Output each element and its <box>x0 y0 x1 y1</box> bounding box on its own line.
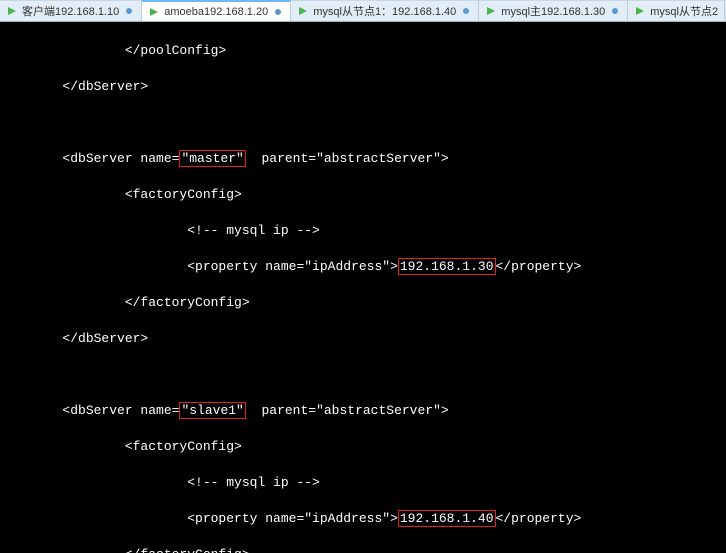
editor-area[interactable]: </poolConfig> </dbServer> <dbServer name… <box>0 22 726 553</box>
code-line: <factoryConfig> <box>0 186 726 204</box>
code-line: <dbServer name="master" parent="abstract… <box>0 150 726 168</box>
code-line: <factoryConfig> <box>0 438 726 456</box>
code-line: <property name="ipAddress">192.168.1.30<… <box>0 258 726 276</box>
highlight-ip-slave1: 192.168.1.40 <box>398 510 496 527</box>
code-line: <!-- mysql ip --> <box>0 474 726 492</box>
code-line <box>0 366 726 384</box>
play-icon <box>297 5 309 17</box>
tab-label: mysql从节点2 <box>650 3 718 19</box>
tab-slave1[interactable]: mysql从节点1：192.168.1.40 <box>291 0 479 21</box>
dot-icon <box>460 5 472 17</box>
code-line <box>0 114 726 132</box>
tab-label: mysql主192.168.1.30 <box>501 3 605 19</box>
play-icon <box>6 5 18 17</box>
code-line: </factoryConfig> <box>0 294 726 312</box>
tab-client[interactable]: 客户端192.168.1.10 <box>0 0 142 21</box>
tab-amoeba[interactable]: amoeba192.168.1.20 <box>142 0 291 21</box>
tab-label: mysql从节点1：192.168.1.40 <box>313 3 456 19</box>
code-line: </dbServer> <box>0 330 726 348</box>
dot-icon <box>123 5 135 17</box>
tab-label: 客户端192.168.1.10 <box>22 3 119 19</box>
code-line: </dbServer> <box>0 78 726 96</box>
play-icon <box>634 5 646 17</box>
tab-label: amoeba192.168.1.20 <box>164 6 268 18</box>
code-line: </factoryConfig> <box>0 546 726 553</box>
code-line: <!-- mysql ip --> <box>0 222 726 240</box>
highlight-ip-master: 192.168.1.30 <box>398 258 496 275</box>
highlight-master: "master" <box>179 150 245 167</box>
code-line: <property name="ipAddress">192.168.1.40<… <box>0 510 726 528</box>
dot-icon <box>609 5 621 17</box>
tab-master[interactable]: mysql主192.168.1.30 <box>479 0 628 21</box>
highlight-slave1: "slave1" <box>179 402 245 419</box>
play-icon <box>485 5 497 17</box>
code-line: </poolConfig> <box>0 42 726 60</box>
tab-slave2[interactable]: mysql从节点2 <box>628 0 725 21</box>
play-icon <box>148 6 160 18</box>
code-line: <dbServer name="slave1" parent="abstract… <box>0 402 726 420</box>
dot-icon <box>272 6 284 18</box>
tab-bar: 客户端192.168.1.10 amoeba192.168.1.20 mysql… <box>0 0 726 22</box>
